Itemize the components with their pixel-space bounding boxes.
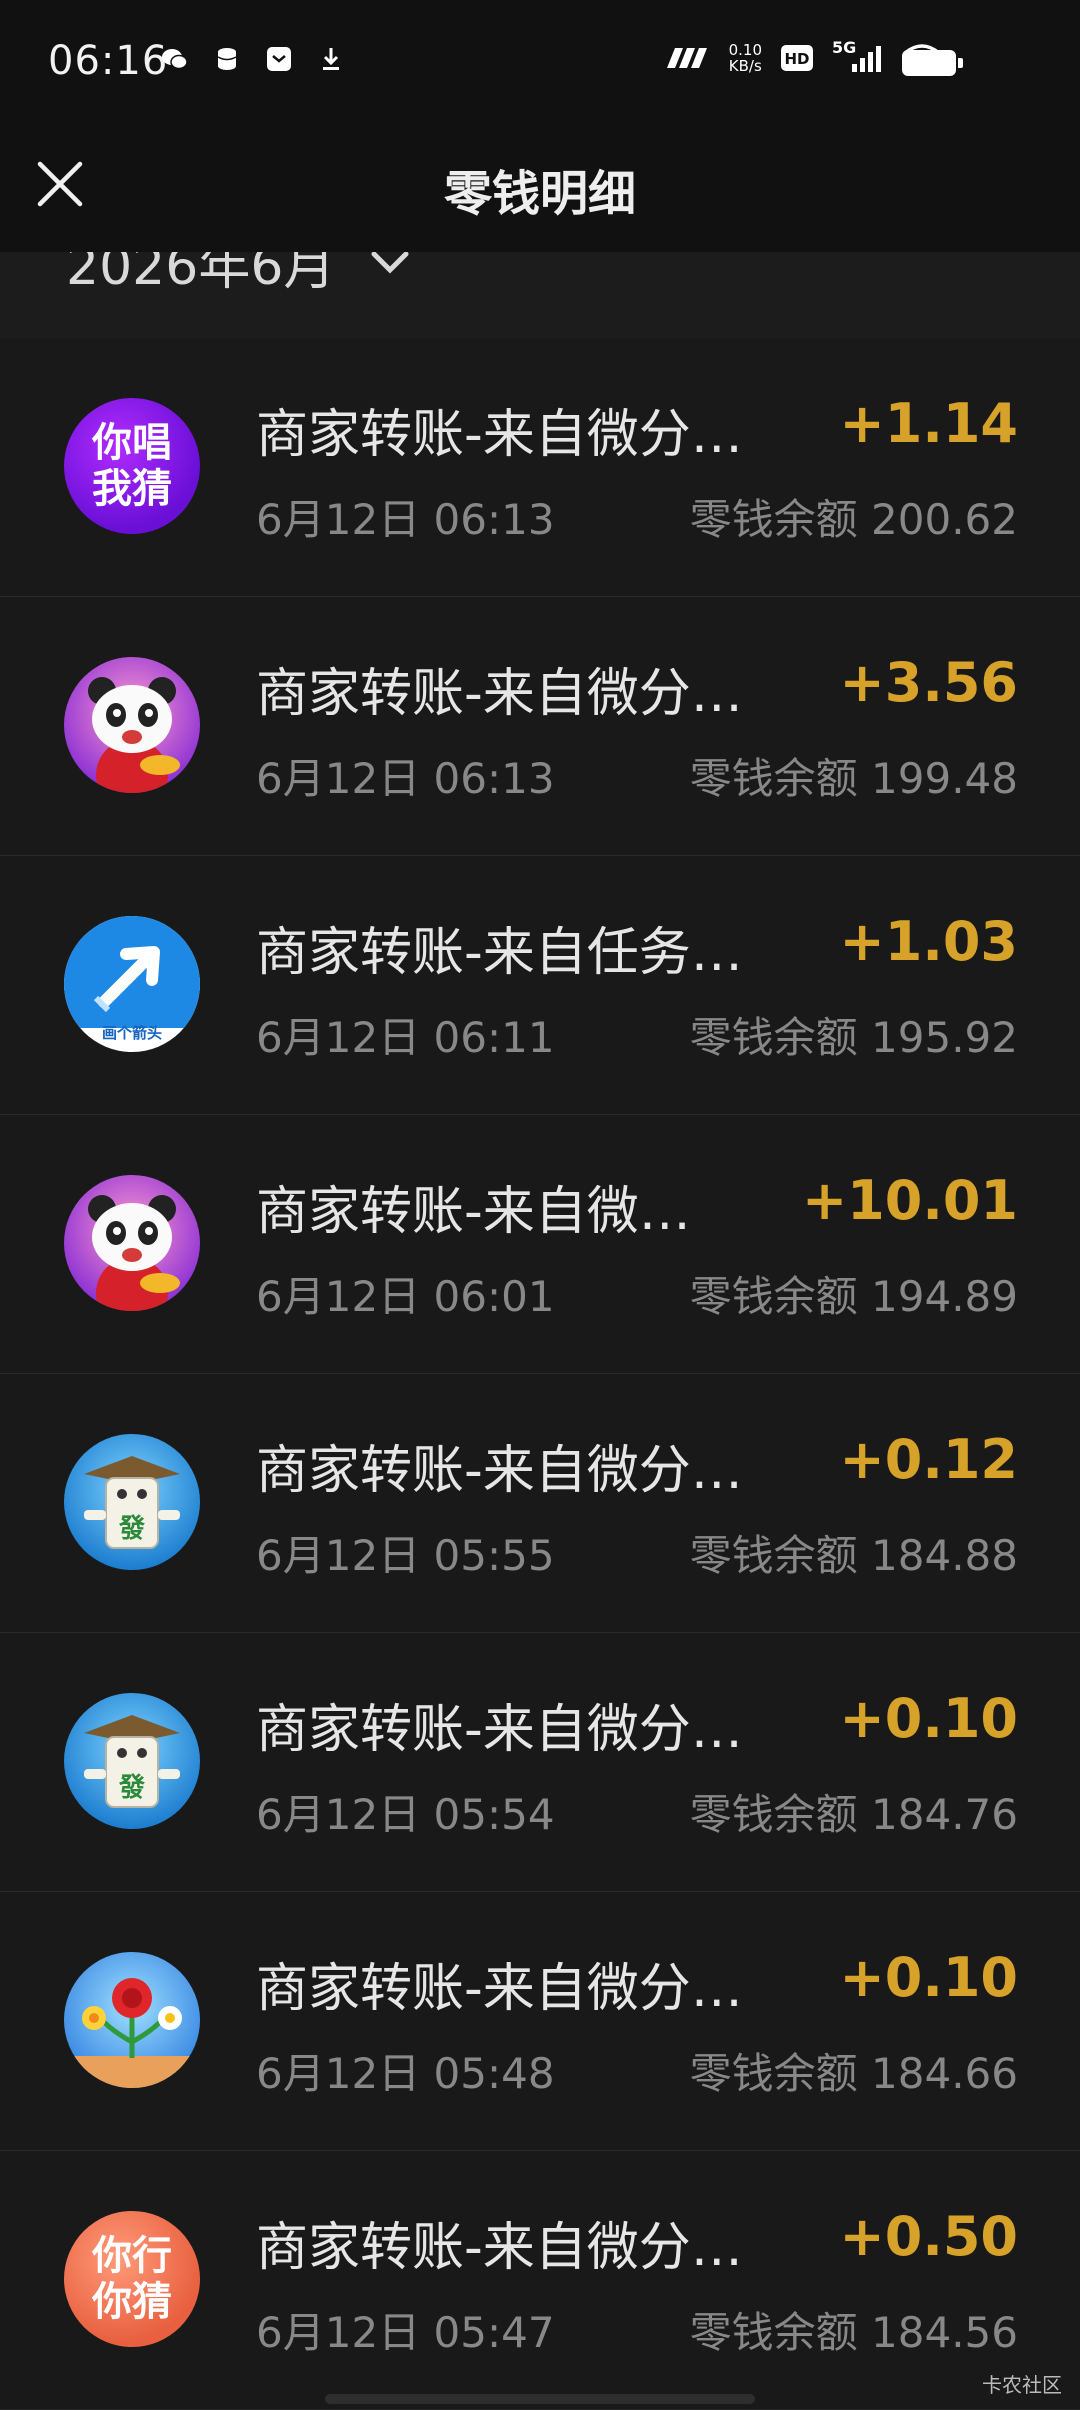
- transaction-balance: 零钱余额 200.62: [690, 486, 1018, 547]
- transaction-date: 6月12日 06:11: [256, 1013, 555, 1062]
- balance-value: 195.92: [871, 1013, 1018, 1062]
- balance-value: 184.66: [871, 2049, 1018, 2098]
- network-speed: 0.10 KB/s: [729, 42, 762, 74]
- transaction-row[interactable]: 商家转账-来自微… 6月12日 06:01 +10.01 零钱余额 194.89: [0, 1115, 1080, 1374]
- status-bar: 06:16 0.10 KB/s HD 5G: [0, 0, 1080, 126]
- network-speed-unit: KB/s: [728, 57, 762, 75]
- balance-value: 184.56: [871, 2308, 1018, 2357]
- transaction-date: 6月12日 06:13: [256, 754, 555, 803]
- database-icon: [217, 48, 237, 70]
- transaction-date: 6月12日 05:54: [256, 1790, 555, 1839]
- balance-label: 零钱余额: [689, 1790, 858, 1839]
- transaction-row[interactable]: 發 商家转账-来自微分… 6月12日 05:55 +0.12 零钱余额 184.…: [0, 1374, 1080, 1633]
- transaction-row[interactable]: 你行 你猜 商家转账-来自微分… 6月12日 05:47 +0.50 零钱余额 …: [0, 2151, 1080, 2410]
- mahjong-avatar-icon: 發: [64, 1434, 200, 1570]
- transaction-date: 6月12日 05:47: [256, 2308, 555, 2357]
- transaction-balance: 零钱余额 184.56: [690, 2299, 1018, 2360]
- mail-box-icon: [267, 47, 291, 71]
- transaction-amount: +3.56: [839, 651, 1018, 714]
- transaction-amount: +10.01: [801, 1169, 1018, 1232]
- mahjong-tile-text: 發: [118, 1773, 145, 1803]
- battery-icon: [902, 50, 963, 76]
- avatar-caption: 画个箭头: [101, 1024, 162, 1042]
- transaction-title: 商家转账-来自微分…: [256, 1959, 743, 2019]
- home-indicator[interactable]: [325, 2394, 755, 2404]
- transaction-list: 你唱 我猜 商家转账-来自微分… 6月12日 06:13 +1.14 零钱余额 …: [0, 338, 1080, 2410]
- avatar-text-line: 你唱: [92, 419, 172, 466]
- transaction-amount: +1.03: [839, 910, 1018, 973]
- mahjong-avatar-icon: 發: [64, 1693, 200, 1829]
- transaction-row[interactable]: 商家转账-来自微分… 6月12日 06:13 +3.56 零钱余额 199.48: [0, 597, 1080, 856]
- top-bar: 零钱明细: [0, 126, 1080, 252]
- page-title: 零钱明细: [443, 166, 636, 222]
- transaction-date: 6月12日 06:01: [256, 1272, 555, 1321]
- transaction-title: 商家转账-来自微…: [256, 1182, 691, 1242]
- transaction-balance: 零钱余额 194.89: [690, 1263, 1018, 1324]
- transaction-balance: 零钱余额 184.66: [690, 2040, 1018, 2101]
- balance-label: 零钱余额: [689, 495, 858, 544]
- avatar-text-line: 你行: [92, 2232, 172, 2279]
- transaction-title: 商家转账-来自微分…: [256, 1700, 743, 1760]
- mahjong-tile-text: 發: [118, 1514, 145, 1544]
- balance-value: 199.48: [871, 754, 1018, 803]
- transaction-title: 商家转账-来自微分…: [256, 1441, 743, 1501]
- chevron-down-icon[interactable]: [370, 252, 410, 278]
- transaction-amount: +0.12: [839, 1428, 1018, 1491]
- transaction-title: 商家转账-来自任务…: [256, 923, 743, 983]
- balance-value: 184.88: [871, 1531, 1018, 1580]
- carrier-logo-icon: [666, 48, 707, 68]
- status-system-icons: 0.10 KB/s HD 5G: [663, 38, 942, 74]
- transaction-balance: 零钱余额 199.48: [690, 745, 1018, 806]
- transaction-date: 6月12日 05:48: [256, 2049, 555, 2098]
- balance-label: 零钱余额: [689, 1013, 858, 1062]
- merchant-avatar: 你唱 我猜: [64, 398, 200, 534]
- panda-avatar-icon: [64, 1175, 200, 1311]
- balance-label: 零钱余额: [689, 1531, 858, 1580]
- transaction-row[interactable]: 商家转账-来自微分… 6月12日 05:48 +0.10 零钱余额 184.66: [0, 1892, 1080, 2151]
- transaction-amount: +0.50: [839, 2205, 1018, 2268]
- transaction-amount: +1.14: [839, 392, 1018, 455]
- balance-value: 184.76: [871, 1790, 1018, 1839]
- balance-label: 零钱余额: [689, 2049, 858, 2098]
- download-icon: [323, 48, 339, 70]
- avatar-text-line: 我猜: [92, 465, 172, 512]
- balance-label: 零钱余额: [689, 754, 858, 803]
- avatar-text-line: 你猜: [92, 2278, 172, 2325]
- svg-text:HD: HD: [784, 50, 809, 68]
- wechat-icon: [162, 49, 188, 70]
- flowers-avatar-icon: [64, 1952, 200, 2088]
- transaction-date: 6月12日 05:55: [256, 1531, 555, 1580]
- balance-label: 零钱余额: [689, 1272, 858, 1321]
- signal-icon: 5G: [832, 38, 884, 74]
- transaction-title: 商家转账-来自微分…: [256, 664, 743, 724]
- arrow-avatar-icon: 画个箭头: [64, 916, 200, 1052]
- status-notification-icons: [160, 44, 346, 74]
- month-filter[interactable]: 2026年6月: [0, 252, 1080, 338]
- balance-label: 零钱余额: [689, 2308, 858, 2357]
- transaction-row[interactable]: 你唱 我猜 商家转账-来自微分… 6月12日 06:13 +1.14 零钱余额 …: [0, 338, 1080, 597]
- watermark: 卡农社区: [982, 2373, 1062, 2397]
- transaction-balance: 零钱余额 184.88: [690, 1522, 1018, 1583]
- month-filter-label[interactable]: 2026年6月: [66, 252, 335, 299]
- transaction-date: 6月12日 06:13: [256, 495, 555, 544]
- transaction-title: 商家转账-来自微分…: [256, 405, 743, 465]
- balance-value: 200.62: [871, 495, 1018, 544]
- panda-avatar-icon: [64, 657, 200, 793]
- balance-value: 194.89: [871, 1272, 1018, 1321]
- status-time: 06:16: [48, 38, 169, 84]
- merchant-avatar: 你行 你猜: [64, 2211, 200, 2347]
- transaction-balance: 零钱余额 195.92: [690, 1004, 1018, 1065]
- transaction-amount: +0.10: [839, 1946, 1018, 2009]
- transaction-balance: 零钱余额 184.76: [690, 1781, 1018, 1842]
- transaction-row[interactable]: 發 商家转账-来自微分… 6月12日 05:54 +0.10 零钱余额 184.…: [0, 1633, 1080, 1892]
- transaction-title: 商家转账-来自微分…: [256, 2218, 743, 2278]
- network-speed-value: 0.10: [728, 41, 762, 59]
- transaction-row[interactable]: 画个箭头 商家转账-来自任务… 6月12日 06:11 +1.03 零钱余额 1…: [0, 856, 1080, 1115]
- transaction-amount: +0.10: [839, 1687, 1018, 1750]
- hd-icon: HD: [781, 45, 813, 71]
